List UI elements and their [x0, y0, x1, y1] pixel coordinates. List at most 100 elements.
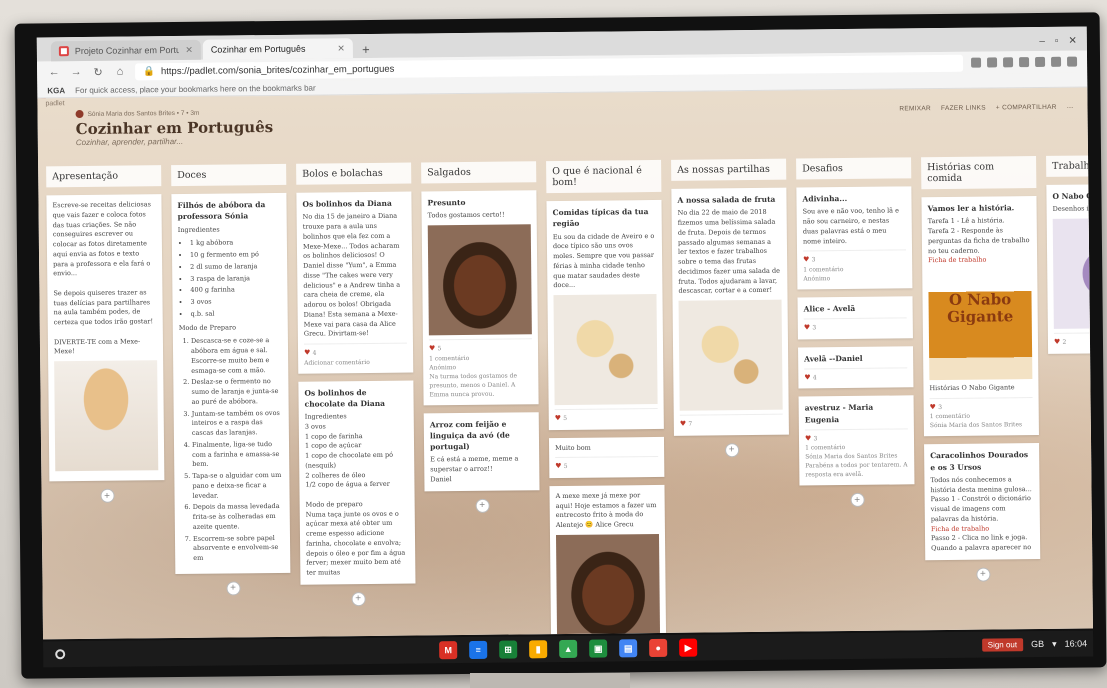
- heart-icon[interactable]: ♥: [555, 462, 564, 470]
- column-title[interactable]: Bolos e bolachas: [296, 162, 412, 185]
- tab-projeto[interactable]: Projeto Cozinhar em Português ✕: [50, 39, 201, 62]
- page-subtitle: Cozinhar, aprender, partilhar...: [75, 136, 184, 148]
- wifi-icon: ▾: [1052, 638, 1057, 649]
- post-card[interactable]: O Nabo Gigante Desenhos inspirados ♥ 2: [1046, 183, 1093, 354]
- post-card[interactable]: A mexe mexe já mexe por aqui! Hoje estam…: [549, 484, 667, 640]
- post-card[interactable]: Alice - Avelã ♥ 3: [797, 296, 913, 340]
- search-icon[interactable]: [987, 57, 998, 68]
- heart-icon[interactable]: ♥: [930, 403, 939, 411]
- close-tab-icon[interactable]: ✕: [337, 43, 345, 54]
- column-title[interactable]: O que é nacional é bom!: [546, 159, 662, 194]
- avatar[interactable]: [75, 109, 84, 119]
- chrome-icon[interactable]: ●: [649, 638, 668, 658]
- extension-icon[interactable]: [1019, 57, 1030, 68]
- add-post-button[interactable]: +: [724, 442, 739, 457]
- list-item: Juntam-se também os ovos inteiros e a ra…: [192, 408, 283, 438]
- column-title[interactable]: Salgados: [421, 161, 537, 184]
- reload-icon[interactable]: ↻: [91, 65, 105, 78]
- bookmark-apps[interactable]: KGA: [47, 86, 65, 95]
- column-title[interactable]: Apresentação: [46, 165, 162, 188]
- more-icon[interactable]: ⋯: [1067, 104, 1074, 112]
- heart-icon[interactable]: ♥: [805, 434, 814, 442]
- add-post-button[interactable]: +: [99, 488, 115, 503]
- tab-cozinhar[interactable]: Cozinhar em Português ✕: [37, 38, 353, 109]
- column-title[interactable]: Trabalhos insp: [1046, 154, 1093, 177]
- region-label[interactable]: GB: [1031, 639, 1044, 649]
- post-body: A mexe mexe já mexe por aqui! Hoje estam…: [555, 490, 657, 530]
- heart-icon[interactable]: ♥: [804, 323, 813, 331]
- post-card[interactable]: Caracolinhos Dourados e os 3 Ursos Todos …: [924, 443, 1041, 560]
- post-image[interactable]: [553, 293, 658, 406]
- files-icon[interactable]: ▤: [619, 639, 638, 658]
- post-card[interactable]: Filhós de abóbora da professora Sónia Ing…: [171, 192, 291, 574]
- heart-icon[interactable]: ♥: [680, 420, 689, 428]
- maximize-icon[interactable]: ▫: [1055, 36, 1059, 47]
- post-card[interactable]: Muito bom ♥ 5: [548, 436, 665, 478]
- like-count: 7: [688, 420, 693, 428]
- launcher-icon[interactable]: [55, 649, 66, 660]
- column-title[interactable]: Desafios: [796, 157, 912, 180]
- add-post-button[interactable]: +: [975, 567, 990, 582]
- heart-icon[interactable]: ♥: [1054, 338, 1063, 346]
- home-icon[interactable]: ⌂: [113, 66, 127, 78]
- post-card[interactable]: Presunto Todos gostamos certo!! ♥ 51 comen…: [421, 190, 539, 405]
- heart-icon[interactable]: ♥: [304, 349, 313, 357]
- like-count: 3: [812, 324, 817, 332]
- post-card[interactable]: Avelã --Daniel ♥ 4: [798, 345, 914, 389]
- post-card[interactable]: A nossa salada de fruta No dia 22 de maio…: [671, 187, 789, 436]
- post-card[interactable]: Os bolinhos de chocolate da Diana Ingredi…: [298, 380, 416, 585]
- sheets-icon[interactable]: ⊞: [499, 640, 518, 659]
- gmail-icon[interactable]: M: [439, 641, 458, 660]
- docs-icon[interactable]: ≡: [469, 640, 488, 659]
- heart-icon[interactable]: ♥: [804, 373, 813, 381]
- clock[interactable]: 16:04: [1065, 639, 1088, 649]
- sign-out-button[interactable]: Sign out: [981, 637, 1024, 652]
- share-button[interactable]: + COMPARTILHAR: [996, 104, 1057, 113]
- post-card[interactable]: Comidas típicas da tua região Eu sou da c…: [546, 199, 664, 430]
- close-window-icon[interactable]: ✕: [1068, 36, 1077, 47]
- drive-icon[interactable]: ▲: [559, 639, 578, 659]
- keep-icon[interactable]: ▮: [529, 640, 548, 659]
- add-post-button[interactable]: +: [225, 581, 241, 596]
- post-card[interactable]: Vamos ler a história. Tarefa 1 - Lê a his…: [921, 196, 1039, 437]
- back-icon[interactable]: ←: [47, 66, 61, 78]
- add-post-button[interactable]: +: [475, 498, 490, 513]
- post-image[interactable]: [1052, 217, 1093, 329]
- post-image[interactable]: [427, 224, 532, 336]
- close-tab-icon[interactable]: ✕: [185, 44, 193, 55]
- post-card[interactable]: Escreve-se receitas deliciosas que vais …: [46, 194, 165, 482]
- new-tab-button[interactable]: +: [355, 40, 377, 58]
- forward-icon[interactable]: →: [69, 66, 83, 78]
- column-title[interactable]: As nossas partilhas: [671, 158, 787, 181]
- star-icon[interactable]: [1003, 57, 1014, 68]
- menu-icon[interactable]: [1067, 56, 1078, 67]
- post-image[interactable]: [54, 360, 159, 472]
- classroom-icon[interactable]: ▣: [589, 639, 608, 658]
- post-card[interactable]: Adivinha... Sou ave e não voo, tenho lã e…: [796, 186, 913, 290]
- minimize-icon[interactable]: –: [1039, 36, 1045, 47]
- post-card[interactable]: avestruz - Maria Eugenia ♥ 31 comentário S…: [798, 395, 915, 486]
- comment-comment[interactable]: Adicionar comentário: [304, 357, 407, 367]
- extension-icon[interactable]: [971, 57, 982, 68]
- heart-icon[interactable]: ♥: [555, 414, 564, 422]
- heart-icon[interactable]: ♥: [429, 344, 438, 352]
- links-button[interactable]: FAZER LINKS: [941, 105, 986, 113]
- list-item: 3 ovos: [190, 297, 281, 308]
- extension-icon[interactable]: [1051, 56, 1062, 67]
- post-image[interactable]: O Nabo Gigante: [928, 269, 1033, 381]
- padlet-brand[interactable]: padlet: [45, 100, 64, 107]
- add-post-button[interactable]: +: [351, 591, 366, 606]
- add-post-button[interactable]: +: [850, 493, 865, 508]
- post-card[interactable]: Arroz com feijão e linguiça da avó (de p…: [423, 411, 540, 491]
- post-image[interactable]: [555, 533, 661, 640]
- column-title[interactable]: Histórias com comida: [921, 156, 1037, 190]
- column-title[interactable]: Doces: [171, 163, 287, 187]
- remix-button[interactable]: REMIXAR: [899, 105, 931, 113]
- post-image[interactable]: [678, 299, 783, 411]
- post-link[interactable]: Ficha de trabalho: [928, 255, 1031, 266]
- list-item: Tapa-se o alguidar com um pano e deixa-s…: [192, 471, 283, 501]
- extension-icon[interactable]: [1035, 56, 1046, 68]
- heart-icon[interactable]: ♥: [803, 256, 812, 264]
- youtube-icon[interactable]: ▶: [679, 638, 698, 657]
- post-card[interactable]: Os bolinhos da Diana No dia 15 de janeiro…: [296, 191, 414, 374]
